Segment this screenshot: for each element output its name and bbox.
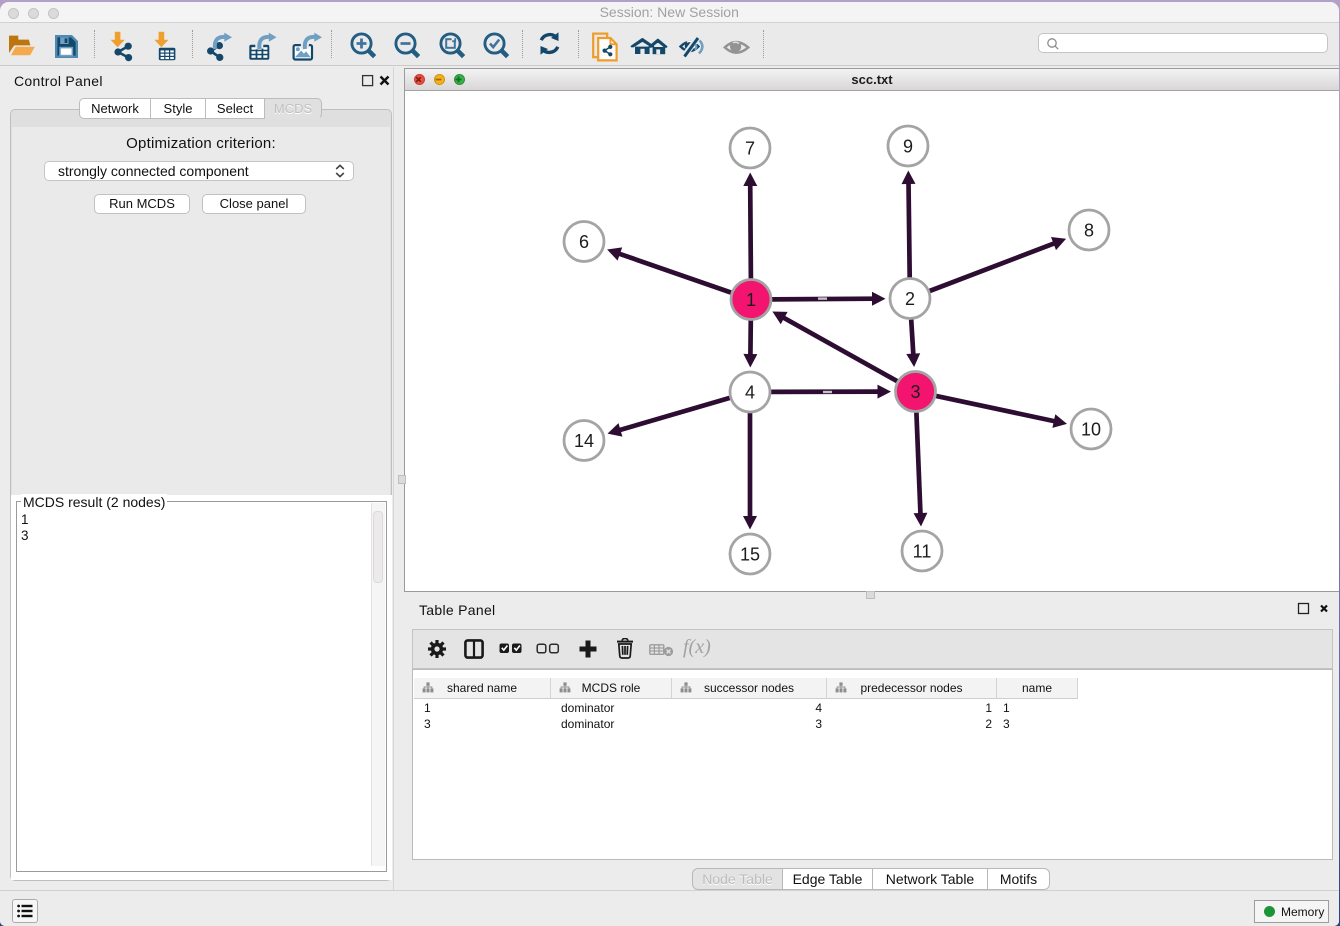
svg-text:4: 4 (745, 383, 755, 403)
svg-text:6: 6 (579, 232, 589, 252)
svg-text:2: 2 (905, 289, 915, 309)
svg-text:7: 7 (745, 139, 755, 159)
svg-text:3: 3 (910, 382, 920, 402)
svg-text:9: 9 (903, 137, 913, 157)
svg-text:15: 15 (740, 545, 760, 565)
svg-text:8: 8 (1084, 221, 1094, 241)
svg-text:11: 11 (913, 542, 932, 562)
svg-text:1: 1 (746, 290, 756, 310)
svg-text:10: 10 (1081, 420, 1101, 440)
svg-text:14: 14 (574, 431, 594, 451)
